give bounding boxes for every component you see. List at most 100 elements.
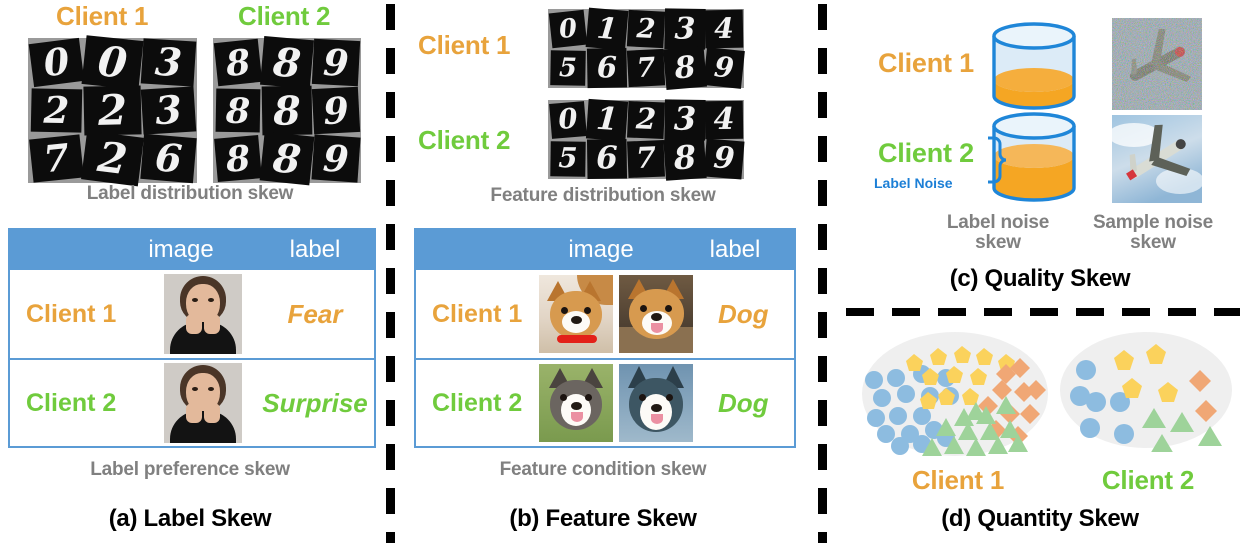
panel-c-caption-label-noise: Label noise skew: [946, 212, 1050, 253]
mnist-digit-cell: 0: [28, 37, 85, 88]
mnist-digit-cell: 2: [81, 130, 144, 187]
vertical-divider-b-c: [818, 4, 827, 543]
mnist-digit-cell: 2: [30, 88, 83, 133]
cylinder-client2: [988, 112, 1076, 202]
panel-b-client2-label: Client 2: [418, 125, 511, 155]
panel-a-client1-label: Client 1: [56, 1, 149, 31]
scared-girl-photo: [164, 363, 242, 443]
panel-d-title: (d) Quantity Skew: [941, 505, 1139, 532]
mnist-digit-cell: 3: [664, 99, 706, 141]
clean-airplane-photo: [1112, 115, 1202, 203]
table-row: Client 2 Surprise: [10, 358, 374, 446]
mnist-digit-cell: 9: [703, 47, 745, 89]
mnist-digit-cell: 6: [586, 138, 628, 180]
husky-photo-2: [618, 364, 693, 442]
mnist-digit-cell: 9: [311, 134, 361, 183]
panel-b-row2-label: Dog: [718, 387, 769, 418]
mnist-digit-cell: 8: [261, 85, 313, 136]
panel-a-caption-top: Label distribution skew: [86, 183, 294, 204]
mnist-digit-cell: 4: [704, 9, 744, 49]
table-row: Client 1 Fear: [10, 270, 374, 358]
shiba-inu-photo-2: [618, 275, 693, 353]
mnist-digit-cell: 3: [140, 38, 197, 87]
panel-b-row1-image-cell: [538, 275, 693, 353]
panel-a-row1-image-cell: [150, 274, 256, 354]
mnist-digit-cell: 0: [548, 9, 588, 49]
mnist-digit-cell: 7: [626, 48, 666, 88]
horizontal-divider-c-d: [846, 308, 1240, 316]
panel-c-client1-label: Client 1: [878, 48, 974, 78]
mnist-digit-cell: 1: [585, 7, 629, 51]
mnist-digit-cell: 8: [214, 135, 262, 182]
mnist-digit-cell: 8: [662, 45, 708, 91]
panel-b-client1-label: Client 1: [418, 30, 511, 60]
mnist-digit-cell: 3: [664, 8, 706, 50]
cylinder-client1: [992, 22, 1076, 110]
panel-b-col-label: label: [709, 236, 761, 263]
panel-a-caption-bottom: Label preference skew: [90, 459, 290, 480]
shiba-inu-photo-1: [538, 275, 613, 353]
panel-a-col-label: label: [289, 236, 341, 263]
mnist-digit-cell: 0: [81, 35, 144, 90]
panel-b-title: (b) Feature Skew: [509, 505, 697, 532]
mnist-digit-cell: 5: [550, 141, 586, 177]
panel-b-row1-client: Client 1: [432, 299, 523, 328]
panel-c-title: (c) Quality Skew: [949, 265, 1131, 292]
panel-a-table-header: image label: [10, 230, 374, 270]
mnist-digit-cell: 8: [260, 35, 314, 90]
panel-d-client1-label: Client 1: [911, 465, 1005, 495]
mnist-digit-cell: 2: [627, 101, 665, 139]
mnist-digit-cell: 8: [213, 38, 263, 87]
panel-a-mnist-grid-client2: 889889889: [213, 35, 361, 186]
mnist-digit-cell: 3: [140, 86, 197, 135]
mnist-digit-cell: 7: [29, 134, 84, 183]
panel-a-mnist-grid-client1: 003223726: [28, 35, 197, 187]
mnist-digit-cell: 8: [259, 131, 315, 186]
mnist-digit-cell: 9: [703, 138, 745, 180]
cluster-client2: [1060, 332, 1232, 452]
panel-b-mnist-grid-client2: 01234 56789: [548, 98, 745, 181]
mnist-digit-cell: 1: [585, 98, 629, 142]
mnist-digit-cell: 0: [549, 101, 587, 139]
panel-b-row2-client: Client 2: [432, 388, 523, 417]
panel-a-row1-client: Client 1: [26, 299, 117, 328]
panel-c-client2-label: Client 2: [878, 138, 974, 168]
panel-b-table-header: image label: [416, 230, 794, 270]
panel-a-title: (a) Label Skew: [108, 505, 272, 532]
panel-b-mnist-grid-client1: 01234 56789: [548, 7, 745, 91]
panel-a-row2-client: Client 2: [26, 388, 117, 417]
figure-canvas: Client 1 Client 2 003223726 889889889 La…: [0, 0, 1240, 547]
panel-b-caption-top: Feature distribution skew: [490, 185, 716, 206]
panel-a-row2-label: Surprise: [262, 387, 368, 418]
scared-girl-photo: [164, 274, 242, 354]
cluster-client1: [862, 332, 1048, 456]
mnist-digit-cell: 2: [83, 85, 142, 136]
vertical-divider-a-b: [386, 4, 395, 543]
panel-d-client2-label: Client 2: [1101, 465, 1195, 495]
mnist-digit-cell: 9: [311, 38, 361, 87]
noisy-airplane-photo: [1112, 18, 1202, 110]
panel-b-row1-label: Dog: [718, 298, 769, 329]
mnist-digit-cell: 6: [140, 133, 197, 184]
mnist-digit-cell: 8: [663, 137, 707, 181]
panel-b-table: image label Client 1 Dog Client 2 Dog: [414, 228, 796, 448]
mnist-digit-cell: 2: [626, 9, 666, 49]
mnist-digit-cell: 6: [586, 47, 628, 89]
husky-photo-1: [538, 364, 613, 442]
mnist-digit-cell: 9: [311, 86, 361, 135]
panel-b-col-image: image: [568, 236, 634, 263]
mnist-digit-cell: 4: [704, 100, 744, 140]
mnist-digit-cell: 8: [215, 88, 261, 133]
panel-a-row1-label: Fear: [287, 298, 343, 329]
mnist-digit-cell: 7: [627, 140, 665, 178]
panel-a-row2-image-cell: [150, 363, 256, 443]
panel-a-table: image label Client 1 Fear Client 2 Surpr…: [8, 228, 376, 448]
panel-b-row2-image-cell: [538, 364, 693, 442]
panel-a-col-image: image: [148, 236, 214, 263]
table-row: Client 1 Dog: [416, 270, 794, 358]
panel-c-caption-sample-noise: Sample noise skew: [1092, 212, 1214, 253]
table-row: Client 2 Dog: [416, 358, 794, 446]
mnist-digit-cell: 5: [550, 50, 586, 86]
panel-a-client2-label: Client 2: [238, 1, 331, 31]
panel-c-label-noise-callout: Label Noise: [874, 175, 953, 191]
